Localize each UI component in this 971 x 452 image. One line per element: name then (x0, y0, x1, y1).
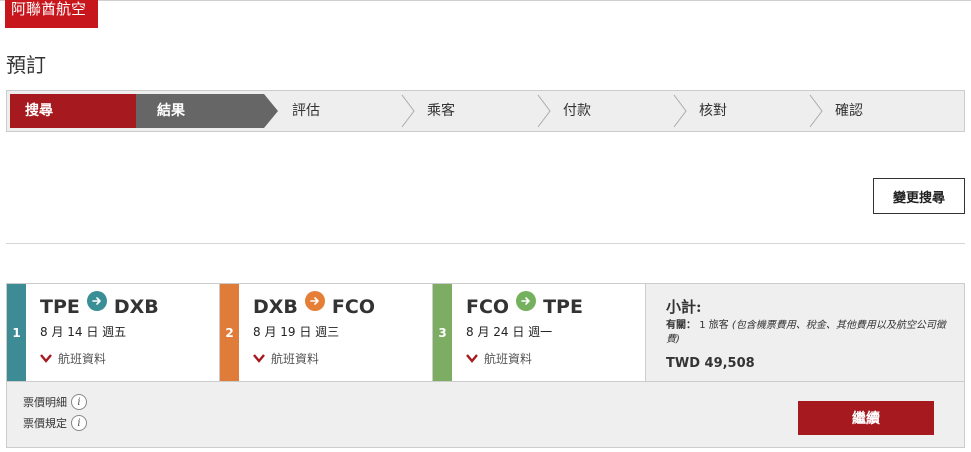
continue-button[interactable]: 繼續 (798, 401, 934, 435)
origin-code: TPE (40, 296, 80, 318)
step-separator-icon (401, 94, 415, 128)
summary-footer: 票價明細 i 票價規定 i 繼續 (7, 381, 964, 447)
origin-code: DXB (253, 296, 298, 318)
leg-date: 8 月 19 日 週三 (253, 325, 340, 339)
subtotal-note-label: 有關： (666, 320, 696, 331)
subtotal-title: 小計: (666, 298, 702, 316)
flight-leg-3: 3 FCO TPE 8 月 24 日 週一 航班資料 (433, 284, 646, 381)
chevron-down-icon (466, 354, 478, 363)
itinerary-summary: 1 TPE DXB 8 月 14 日 週五 航班資料 2 DXB FCO 8 月… (6, 283, 965, 448)
step-separator-icon (537, 94, 551, 128)
leg-route: DXB FCO (253, 291, 375, 318)
flight-info-toggle[interactable]: 航班資料 (253, 350, 319, 367)
section-divider (6, 243, 965, 244)
leg-date: 8 月 14 日 週五 (40, 325, 127, 339)
destination-code: FCO (331, 296, 375, 318)
leg-route: TPE DXB (40, 291, 159, 318)
step-passengers: 乘客 (415, 94, 535, 128)
info-icon[interactable]: i (71, 415, 87, 431)
fare-breakdown-label: 票價明細 (23, 396, 67, 409)
step-confirm: 確認 (823, 94, 943, 128)
destination-code: TPE (543, 296, 583, 318)
step-separator-icon (673, 94, 687, 128)
subtotal-panel: 小計: 有關： 1 旅客 (包含機票費用、稅金、其他費用以及航空公司徵費) TW… (646, 284, 964, 381)
flight-legs: 1 TPE DXB 8 月 14 日 週五 航班資料 2 DXB FCO 8 月… (7, 284, 646, 381)
destination-code: DXB (113, 296, 159, 318)
arrow-right-icon (516, 291, 537, 311)
step-search[interactable]: 搜尋 (10, 94, 150, 128)
leg-route: FCO TPE (466, 291, 583, 318)
step-review: 評估 (280, 94, 400, 128)
flight-info-toggle[interactable]: 航班資料 (40, 350, 106, 367)
flight-info-label: 航班資料 (484, 352, 533, 366)
brand-logo-text: 阿聯酋航空 (11, 0, 87, 18)
step-verify: 核對 (687, 94, 807, 128)
arrow-right-icon (304, 291, 325, 311)
flight-info-label: 航班資料 (58, 352, 107, 366)
total-price: TWD 49,508 (666, 356, 755, 371)
flight-leg-1: 1 TPE DXB 8 月 14 日 週五 航班資料 (7, 284, 220, 381)
origin-code: FCO (466, 296, 510, 318)
step-label: 付款 (563, 103, 591, 119)
step-label: 評估 (292, 103, 320, 119)
leg-date: 8 月 24 日 週一 (466, 325, 553, 339)
leg-number-badge: 3 (433, 284, 452, 381)
step-label: 結果 (157, 103, 185, 119)
page-title: 預訂 (6, 53, 46, 77)
subtotal-note: 有關： 1 旅客 (包含機票費用、稅金、其他費用以及航空公司徵費) (666, 319, 946, 347)
fare-breakdown-link[interactable]: 票價明細 i (23, 394, 87, 410)
step-results[interactable]: 結果 (136, 94, 278, 128)
booking-progress-steps: 搜尋 結果 評估 乘客 付款 核對 確認 (6, 90, 965, 132)
chevron-down-icon (40, 354, 52, 363)
flight-leg-2: 2 DXB FCO 8 月 19 日 週三 航班資料 (220, 284, 433, 381)
step-label: 核對 (699, 103, 727, 119)
step-label: 確認 (835, 103, 863, 119)
passenger-count: 1 旅客 (699, 320, 729, 331)
info-icon[interactable]: i (71, 394, 87, 410)
step-label: 乘客 (427, 103, 455, 119)
fare-rules-label: 票價規定 (23, 417, 67, 430)
flight-info-toggle[interactable]: 航班資料 (466, 350, 532, 367)
leg-number-badge: 1 (7, 284, 26, 381)
brand-logo[interactable]: 阿聯酋航空 (5, 0, 98, 28)
chevron-down-icon (253, 354, 265, 363)
arrow-right-icon (86, 291, 107, 311)
leg-number-badge: 2 (220, 284, 239, 381)
change-search-button[interactable]: 變更搜尋 (873, 178, 965, 214)
step-arrow-shape (264, 94, 278, 128)
step-separator-icon (809, 94, 823, 128)
flight-info-label: 航班資料 (271, 352, 320, 366)
fare-rules-link[interactable]: 票價規定 i (23, 415, 87, 431)
top-border (0, 0, 971, 1)
step-label: 搜尋 (25, 103, 53, 119)
step-payment: 付款 (551, 94, 671, 128)
